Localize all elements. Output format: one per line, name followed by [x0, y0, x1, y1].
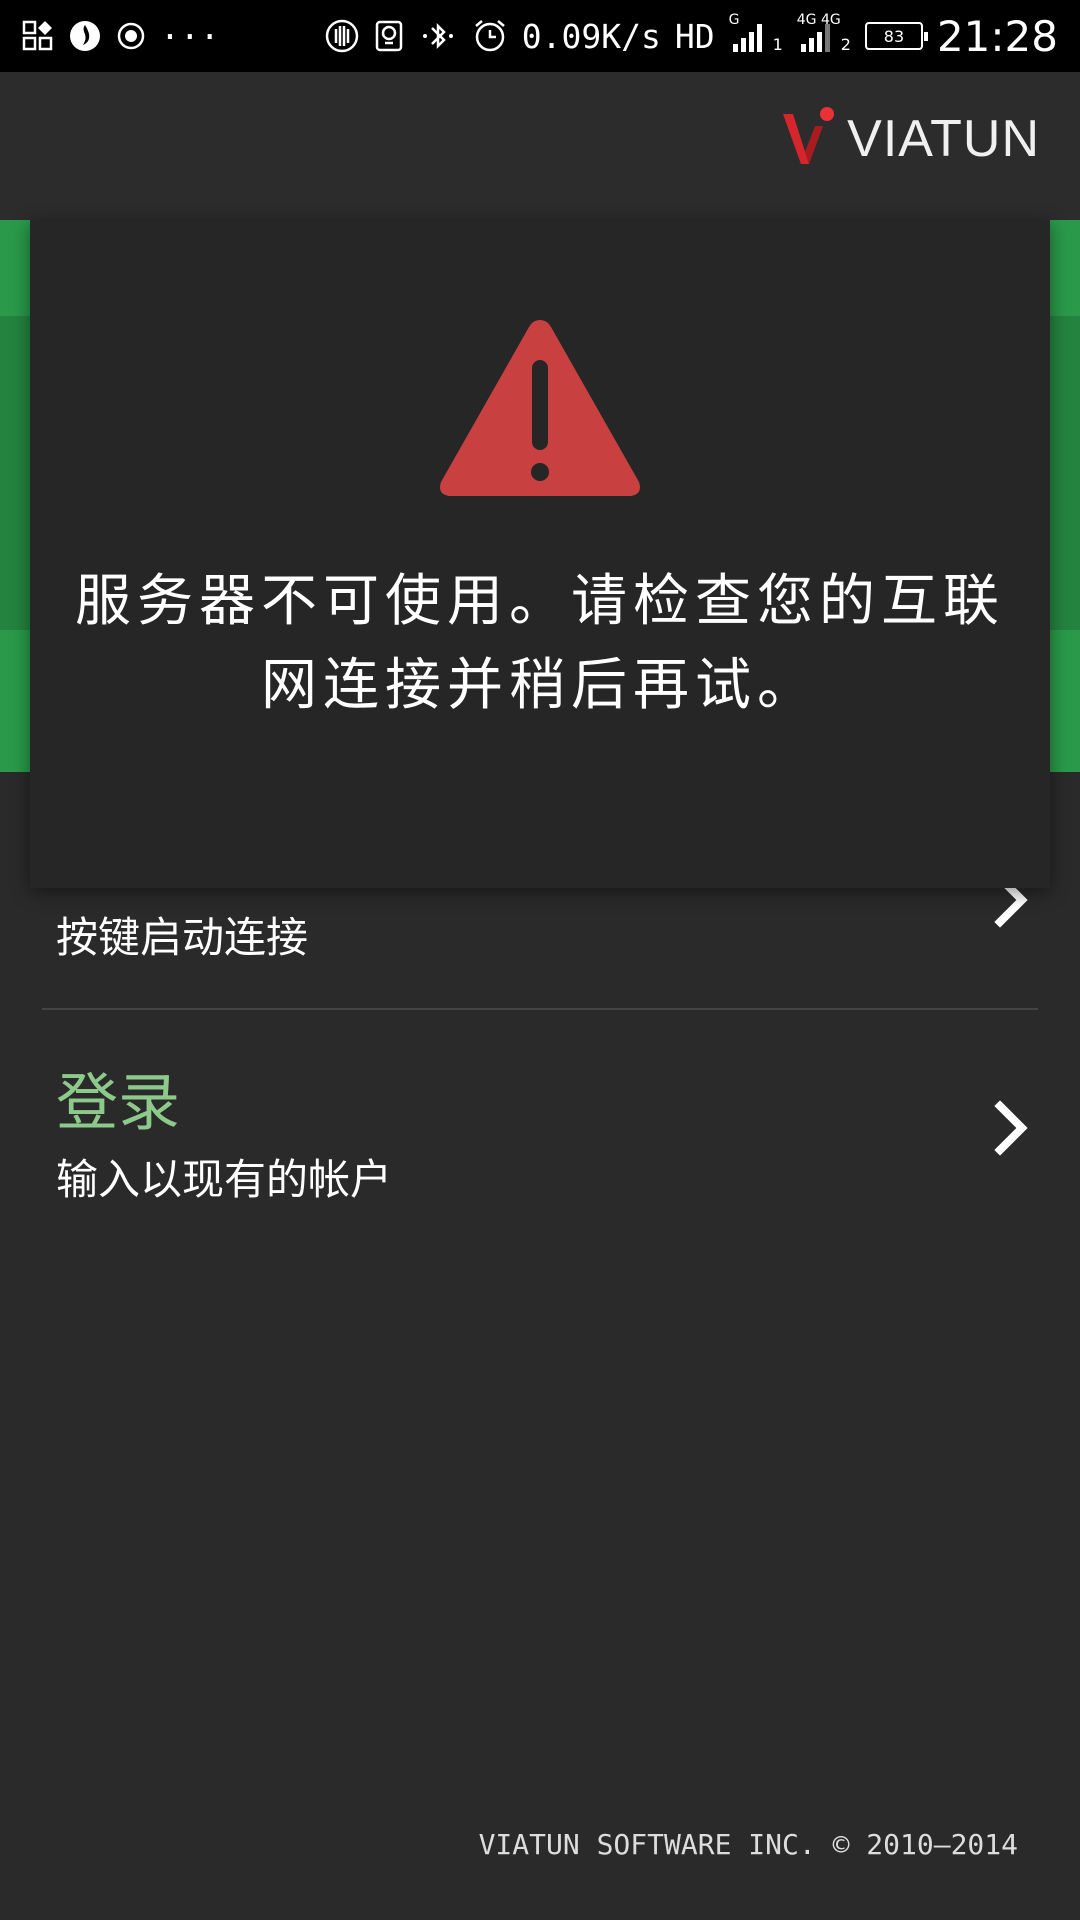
bluetooth-icon [418, 19, 458, 53]
error-message: 服务器不可使用。请检查您的互联网连接并稍后再试。 [75, 569, 1005, 718]
battery-icon: 83 [864, 22, 928, 50]
copyright-footer: VIATUN SOFTWARE INC. © 2010—2014 [478, 1828, 1018, 1861]
clock: 21:28 [936, 11, 1058, 61]
status-bar-left: ··· [22, 17, 220, 56]
bulb-icon [374, 19, 404, 53]
brand-logo: VIATUN [779, 102, 1040, 176]
warning-icon [435, 312, 645, 506]
brand-name: VIATUN [847, 110, 1040, 168]
menu-item-login[interactable]: 登录 输入以现有的帐户 [0, 1020, 1080, 1220]
apps-icon [22, 20, 54, 52]
signal-sim2-icon: 4G 4G 2 [797, 12, 851, 54]
sim1-tech: G [728, 12, 740, 28]
sim2-tech: 4G 4G [796, 12, 841, 28]
menu-item-subtitle: 输入以现有的帐户 [56, 1155, 393, 1204]
viatun-logo-icon [779, 102, 839, 176]
flame-app-icon [68, 19, 102, 53]
hd-label: HD [674, 16, 715, 56]
nfc-icon [324, 18, 360, 54]
net-speed: 0.09K/s [521, 16, 661, 56]
alarm-icon [472, 18, 508, 54]
more-notifications-icon: ··· [160, 16, 220, 56]
signal-sim1-icon: G 1 [729, 12, 783, 54]
menu-item-subtitle: 按键启动连接 [56, 913, 309, 962]
menu-item-title: 登录 [56, 1066, 181, 1139]
battery-level: 83 [883, 26, 905, 46]
record-icon [116, 21, 146, 51]
status-bar: ··· 0.09K/s HD G 1 4G 4G 2 83 21:28 [0, 0, 1080, 72]
status-bar-right: 0.09K/s HD G 1 4G 4G 2 83 21:28 [324, 12, 1058, 61]
menu-divider [42, 1008, 1038, 1010]
sim2-label: 2 [840, 35, 851, 54]
sim1-label: 1 [772, 35, 783, 54]
app-header: VIATUN [0, 72, 1080, 220]
error-dialog[interactable]: 服务器不可使用。请检查您的互联网连接并稍后再试。 [30, 220, 1050, 888]
chevron-right-icon [994, 1100, 1028, 1160]
